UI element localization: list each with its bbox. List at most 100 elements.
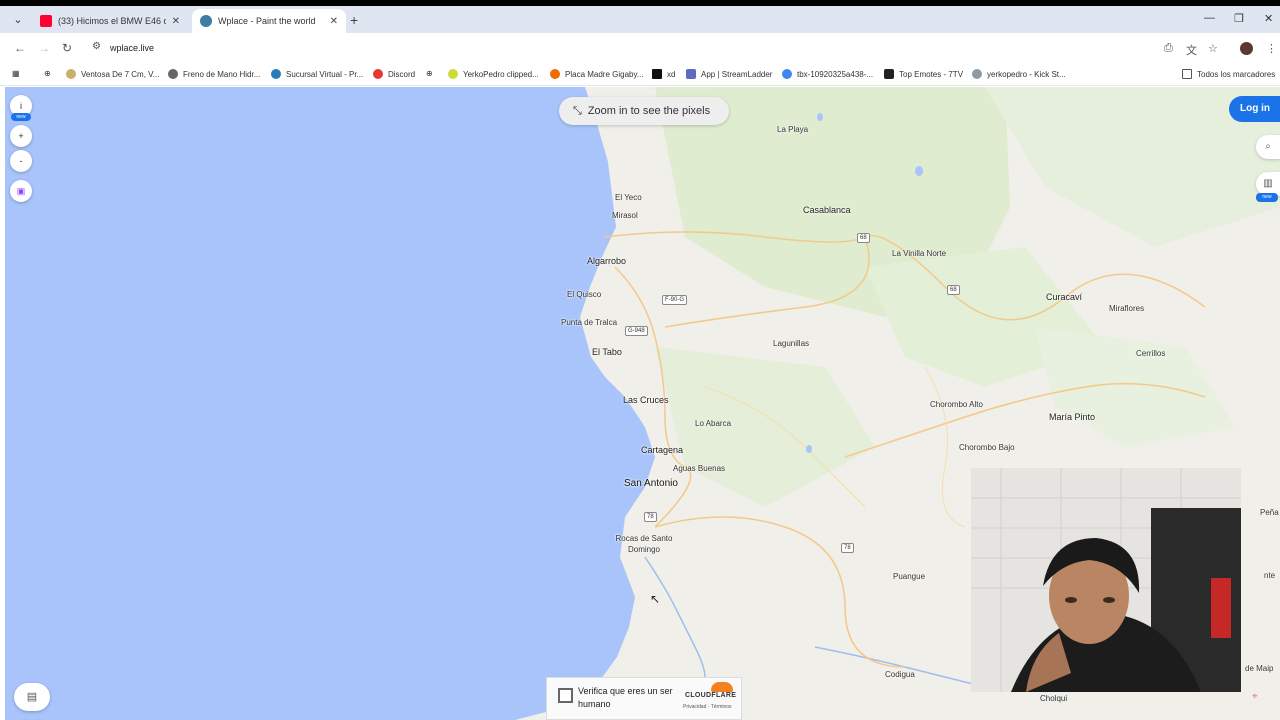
zoom-out-button[interactable]: - <box>10 150 32 172</box>
new-badge: new <box>11 113 31 121</box>
minimize-icon[interactable]: — <box>1204 12 1215 24</box>
paint-icon[interactable]: ▤ <box>14 683 50 711</box>
globe-icon <box>200 15 212 27</box>
bookmark-item[interactable]: App | StreamLadder <box>686 69 772 79</box>
bookmark-label: Discord <box>388 69 416 79</box>
place-label: María Pinto <box>1049 412 1096 422</box>
captcha-label: Verifica que eres un ser humano <box>578 686 673 709</box>
bookmark-favicon <box>884 69 894 79</box>
bookmark-favicon <box>686 69 696 79</box>
bookmark-item[interactable]: Discord <box>373 69 415 79</box>
place-label: San Antonio <box>624 478 678 489</box>
install-app-icon[interactable]: ⎙ <box>1164 42 1173 55</box>
place-label: Cartagena <box>641 445 684 455</box>
bookmark-item[interactable]: YerkoPedro clipped... <box>448 69 539 79</box>
bookmark-label: tbx-10920325a438-... <box>797 69 874 79</box>
route-shield: 78 <box>644 512 657 522</box>
bookmark-star-icon[interactable]: ☆ <box>1208 42 1218 55</box>
place-label: Cholqui <box>1040 694 1068 703</box>
location-icon[interactable]: ⌖ <box>1252 691 1258 702</box>
place-label: Punta de Tralca <box>561 318 618 327</box>
place-label: de Maip <box>1245 664 1274 673</box>
tab-title: Wplace - Paint the world <box>218 16 316 26</box>
zoom-hint-label: Zoom in to see the pixels <box>587 105 711 117</box>
tab-youtube[interactable]: (33) Hicimos el BMW E46 de N ✕ <box>32 9 188 33</box>
bookmark-favicon <box>652 69 662 79</box>
bookmark-item[interactable]: Ventosa De 7 Cm, V... <box>66 69 159 79</box>
folder-icon <box>1182 69 1192 79</box>
route-shield: G-948 <box>625 326 648 336</box>
bookmark-item[interactable]: xd <box>652 69 675 79</box>
close-window-icon[interactable]: ✕ <box>1264 12 1273 25</box>
login-button[interactable]: Log in <box>1229 96 1280 122</box>
place-label: Peña <box>1260 508 1279 517</box>
bookmark-favicon <box>972 69 982 79</box>
place-label: Mirasol <box>612 211 638 220</box>
captcha-widget: Verifica que eres un ser humano CLOUDFLA… <box>546 677 742 720</box>
place-label: Aguas Buenas <box>673 464 726 473</box>
zoom-hint-button[interactable]: ⤡ Zoom in to see the pixels <box>559 97 729 125</box>
lake <box>806 445 812 453</box>
address-bar[interactable]: ⚙ wplace.live <box>86 37 1186 60</box>
captcha-checkbox[interactable] <box>558 688 573 703</box>
menu-icon[interactable]: ⋮ <box>1266 42 1277 55</box>
ocean <box>5 87 655 720</box>
place-label: Lagunillas <box>773 339 810 348</box>
bookmark-favicon <box>271 69 281 79</box>
globe-icon[interactable]: ⊕ <box>44 69 51 78</box>
new-tab-button[interactable]: + <box>350 12 358 28</box>
bookmark-item[interactable]: Freno de Mano Hidr... <box>168 69 260 79</box>
bookmark-label: Ventosa De 7 Cm, V... <box>81 69 160 79</box>
bookmark-item[interactable]: Top Emotes - 7TV <box>884 69 963 79</box>
bookmark-label: App | StreamLadder <box>701 69 773 79</box>
place-label: La Playa <box>777 125 809 134</box>
apps-grid-icon[interactable]: ▦ <box>12 69 20 78</box>
route-shield: 78 <box>841 543 854 553</box>
cloudflare-brand: CLOUDFLARE <box>685 692 737 699</box>
bookmark-item[interactable]: Sucursal Virtual - Pr... <box>271 69 363 79</box>
lake <box>915 166 923 176</box>
forward-icon[interactable]: → <box>38 41 50 55</box>
all-bookmarks-folder[interactable]: Todos los marcadores <box>1182 69 1275 79</box>
tab-wplace[interactable]: Wplace - Paint the world ✕ <box>192 9 346 33</box>
bookmark-label: xd <box>667 69 676 79</box>
route-shield: F-90-G <box>662 295 688 305</box>
close-tab-icon[interactable]: ✕ <box>330 16 338 27</box>
site-info-icon[interactable]: ⚙ <box>92 41 101 52</box>
zoom-in-button[interactable]: + <box>10 125 32 147</box>
twitch-icon[interactable]: ▣ <box>10 180 32 202</box>
zoom-icon: ⤡ <box>573 104 582 117</box>
new-badge: new <box>1256 193 1278 202</box>
bookmark-item[interactable]: tbx-10920325a438-... <box>782 69 873 79</box>
close-tab-icon[interactable]: ✕ <box>172 16 180 27</box>
browser-toolbar: ← → ↻ ⚙ wplace.live ⎙ 文 ☆ ⋮ <box>0 33 1280 64</box>
youtube-icon <box>40 15 52 27</box>
mouse-cursor-icon: ↖ <box>650 592 661 606</box>
bookmark-item[interactable]: Placa Madre Gigaby... <box>550 69 644 79</box>
translate-icon[interactable]: 文 <box>1186 42 1197 58</box>
back-icon[interactable]: ← <box>14 41 26 55</box>
bookmark-favicon <box>373 69 383 79</box>
bookmark-label: yerkopedro - Kick St... <box>987 69 1066 79</box>
place-label: El Yeco <box>615 193 642 202</box>
place-label: Chorombo Bajo <box>959 443 1015 452</box>
bookmark-label: Placa Madre Gigaby... <box>565 69 644 79</box>
webcam-overlay <box>971 468 1241 692</box>
streamer-video <box>971 468 1241 692</box>
bookmark-favicon <box>448 69 458 79</box>
forest-area <box>1035 327 1235 447</box>
reload-icon[interactable]: ↻ <box>62 41 72 55</box>
bookmark-item[interactable]: yerkopedro - Kick St... <box>972 69 1066 79</box>
place-label: Chorombo Alto <box>930 400 983 409</box>
place-label: Codigua <box>885 670 915 679</box>
lake <box>817 113 823 121</box>
profile-avatar[interactable] <box>1240 42 1253 55</box>
restore-icon[interactable]: ❐ <box>1234 12 1244 25</box>
captcha-links[interactable]: Privacidad · Términos <box>683 704 732 710</box>
globe-icon[interactable]: ⊕ <box>426 69 433 78</box>
place-label: Puangue <box>893 572 926 581</box>
tab-search-button[interactable]: ⌄ <box>8 11 28 29</box>
tab-strip: ⌄ (33) Hicimos el BMW E46 de N ✕ Wplace … <box>0 6 1280 33</box>
place-label: Algarrobo <box>587 256 627 266</box>
search-icon[interactable]: ⌕ <box>1256 135 1280 159</box>
